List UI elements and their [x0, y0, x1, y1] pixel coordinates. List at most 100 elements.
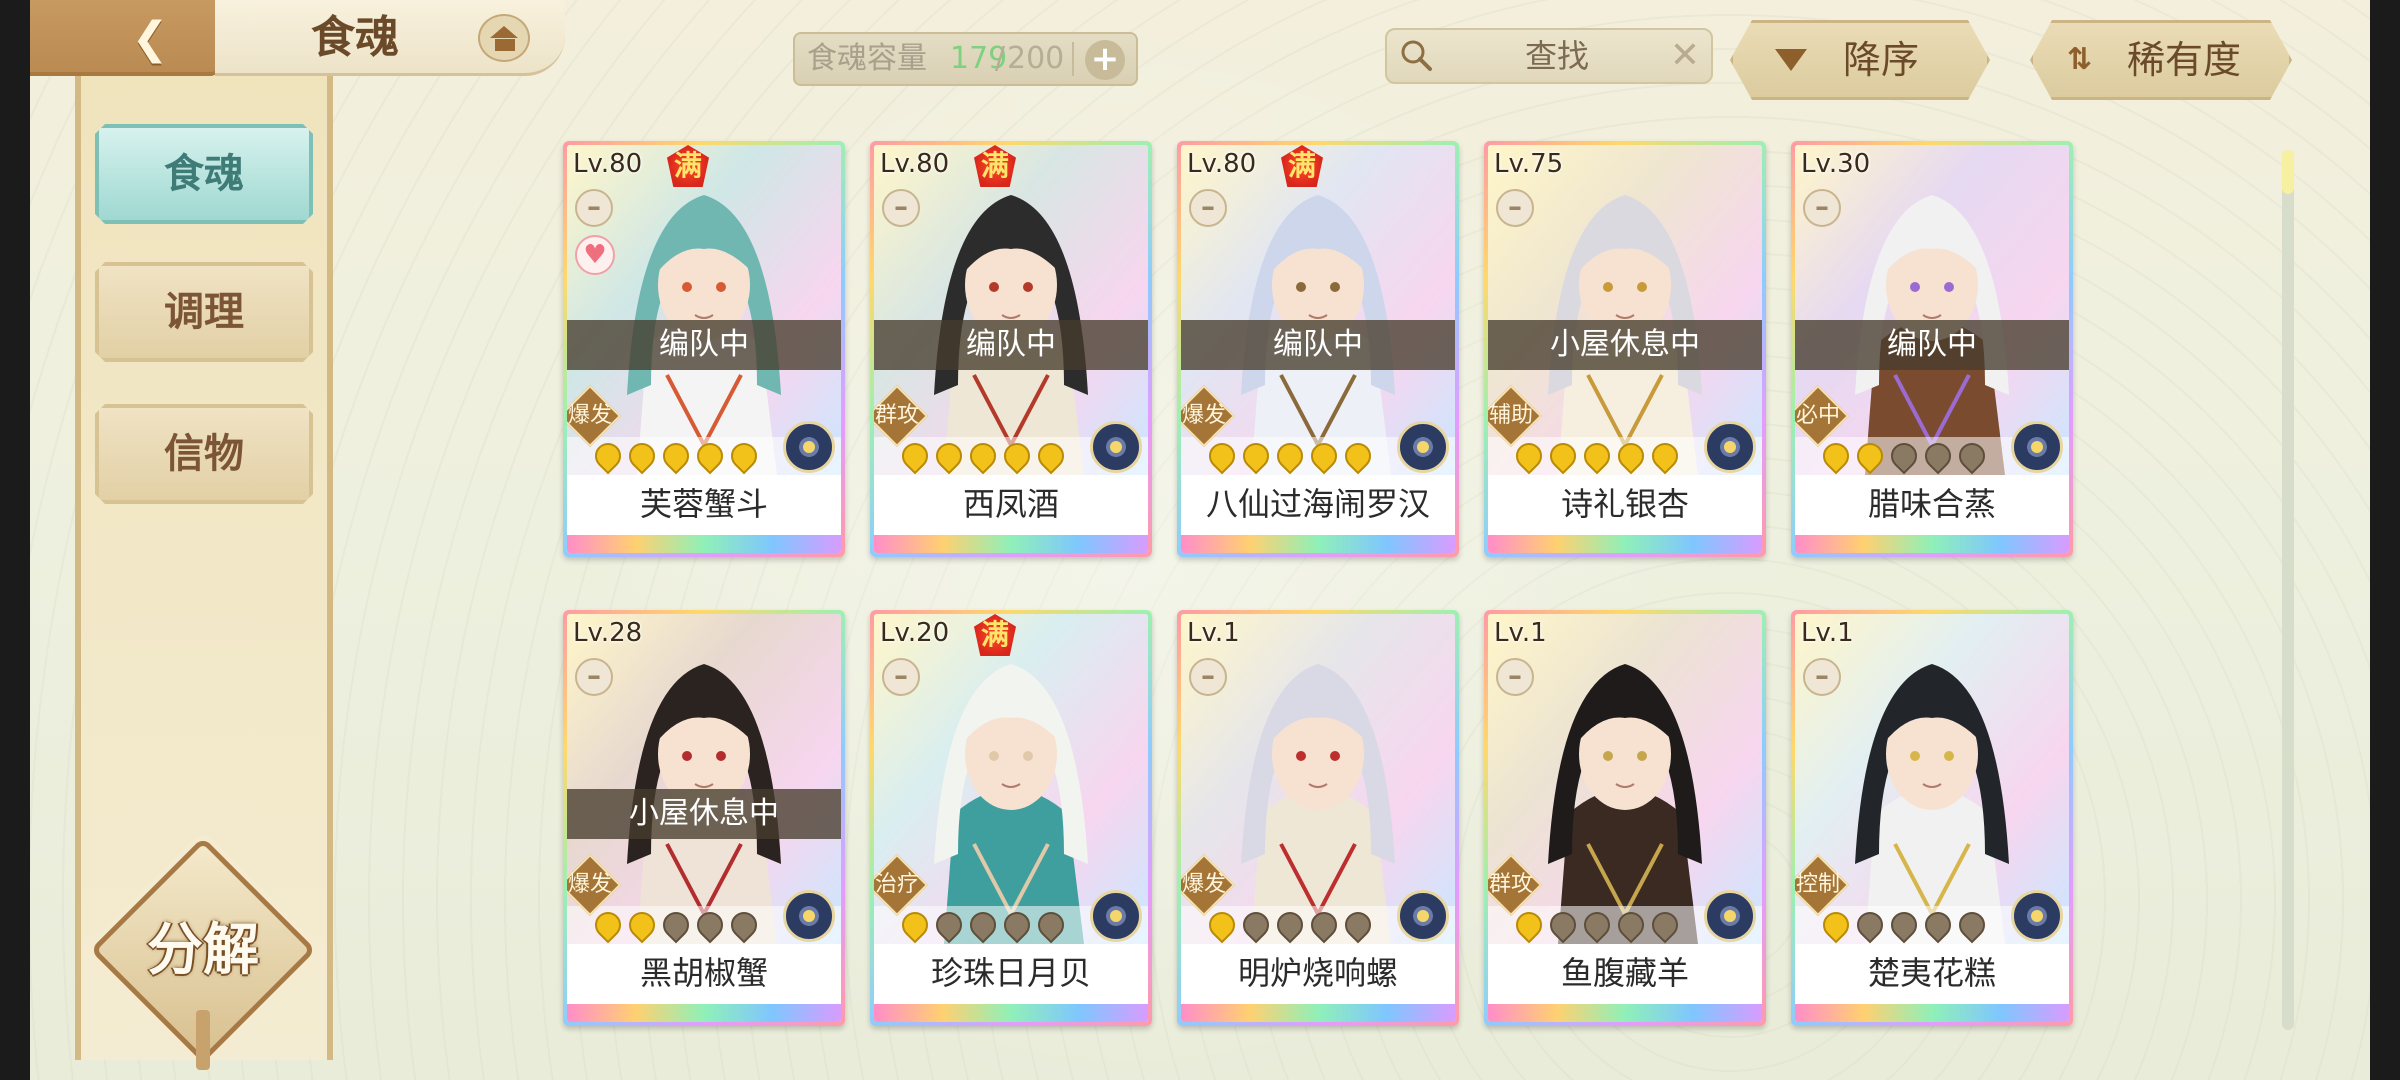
card-level: Lv.80	[1187, 149, 1257, 179]
lock-icon[interactable]: –	[1803, 189, 1841, 227]
capacity-divider	[1072, 42, 1074, 76]
decompose-label[interactable]: 分解	[123, 900, 283, 1000]
flame-star-icon	[691, 437, 729, 475]
role-tag: 控制	[1795, 853, 1850, 917]
status-banner: 编队中	[567, 320, 841, 370]
rarity-border-foot	[567, 535, 841, 553]
card-level: Lv.1	[1801, 618, 1854, 648]
status-banner: 编队中	[1181, 320, 1455, 370]
sort-order-button[interactable]: 降序	[1730, 20, 1990, 100]
role-tag-label: 群攻	[874, 403, 919, 428]
flame-star-icon	[1271, 437, 1309, 475]
flame-star-icon	[1339, 906, 1377, 944]
card-inner: Lv.28 – 小屋休息中 爆发 黑胡椒蟹	[567, 614, 841, 1022]
rarity-border-foot	[874, 535, 1148, 553]
heart-icon[interactable]: ♥	[575, 235, 615, 275]
role-tag-label: 爆发	[567, 403, 612, 428]
card-level: Lv.1	[1187, 618, 1240, 648]
role-tag-label: 辅助	[1488, 403, 1533, 428]
flame-star-icon	[930, 906, 968, 944]
food-soul-card[interactable]: Lv.1 – 爆发 明炉烧响螺	[1177, 610, 1459, 1026]
back-arrow-icon[interactable]: ❮	[115, 10, 185, 68]
element-emblem-icon	[1397, 890, 1449, 942]
rarity-border-foot	[567, 1004, 841, 1022]
status-banner: 小屋休息中	[567, 789, 841, 839]
rarity-border-foot	[874, 1004, 1148, 1022]
flame-star-icon	[1339, 437, 1377, 475]
food-soul-card[interactable]: Lv.30 – 编队中 必中 腊味合蒸	[1791, 141, 2073, 557]
flame-star-icon	[1271, 906, 1309, 944]
status-banner: 小屋休息中	[1488, 320, 1762, 370]
element-emblem-icon	[1704, 421, 1756, 473]
flame-star-icon	[623, 906, 661, 944]
flame-star-icon	[1851, 437, 1889, 475]
flame-star-icon	[725, 906, 763, 944]
screen-bezel-left	[0, 0, 30, 1080]
lock-icon[interactable]: –	[882, 189, 920, 227]
capacity-display: 食魂容量 179 / 200 +	[793, 32, 1138, 86]
lock-icon[interactable]: –	[1803, 658, 1841, 696]
scrollbar-thumb[interactable]	[2282, 150, 2294, 194]
rarity-border-foot	[1488, 1004, 1762, 1022]
flame-star-icon	[1032, 906, 1070, 944]
food-soul-card[interactable]: Lv.28 – 小屋休息中 爆发 黑胡椒蟹	[563, 610, 845, 1026]
card-name: 黑胡椒蟹	[567, 944, 841, 1004]
flame-star-icon	[1953, 906, 1991, 944]
rarity-border-foot	[1795, 535, 2069, 553]
food-soul-card[interactable]: Lv.1 – 控制 楚夷花糕	[1791, 610, 2073, 1026]
card-name: 珍珠日月贝	[874, 944, 1148, 1004]
lock-icon[interactable]: –	[575, 189, 613, 227]
food-soul-card[interactable]: Lv.80 满 – 编队中 群攻 西凤酒	[870, 141, 1152, 557]
flame-star-icon	[623, 437, 661, 475]
food-soul-card[interactable]: Lv.80 满 – ♥ 编队中 爆发 芙蓉蟹斗	[563, 141, 845, 557]
flame-star-icon	[1646, 906, 1684, 944]
lock-icon[interactable]: –	[1189, 658, 1227, 696]
card-level: Lv.28	[573, 618, 643, 648]
swap-sort-icon: ⇅	[2067, 42, 2093, 77]
card-inner: Lv.80 满 – 编队中 爆发 八仙过海闹罗汉	[1181, 145, 1455, 553]
element-emblem-icon	[1090, 890, 1142, 942]
sort-key-button[interactable]: ⇅ 稀有度	[2030, 20, 2292, 100]
card-level: Lv.20	[880, 618, 950, 648]
card-name: 腊味合蒸	[1795, 475, 2069, 535]
flame-star-icon	[1305, 906, 1343, 944]
flame-star-icon	[1544, 906, 1582, 944]
flame-star-icon	[998, 906, 1036, 944]
flame-star-icon	[657, 437, 695, 475]
role-tag: 爆发	[1181, 853, 1236, 917]
capacity-max: 200	[1007, 41, 1065, 76]
role-tag-label: 爆发	[1181, 403, 1226, 428]
sidebar-item-tokens[interactable]: 信物	[95, 404, 313, 504]
flame-star-icon	[1578, 906, 1616, 944]
add-capacity-button[interactable]: +	[1085, 40, 1125, 80]
rarity-border-foot	[1181, 1004, 1455, 1022]
lock-icon[interactable]: –	[1496, 189, 1534, 227]
card-level: Lv.1	[1494, 618, 1547, 648]
sort-desc-icon	[1775, 49, 1807, 71]
clear-search-icon[interactable]: ✕	[1665, 30, 1705, 82]
card-inner: Lv.80 满 – ♥ 编队中 爆发 芙蓉蟹斗	[567, 145, 841, 553]
lock-icon[interactable]: –	[1496, 658, 1534, 696]
search-icon	[1401, 40, 1432, 71]
food-soul-card[interactable]: Lv.75 – 小屋休息中 辅助 诗礼银杏	[1484, 141, 1766, 557]
search-input[interactable]: 查找 ✕	[1385, 28, 1713, 84]
food-soul-card[interactable]: Lv.1 – 群攻 鱼腹藏羊	[1484, 610, 1766, 1026]
food-soul-card[interactable]: Lv.20 满 – 治疗 珍珠日月贝	[870, 610, 1152, 1026]
scrollbar[interactable]	[2282, 150, 2294, 1030]
game-screen: ❮ 食魂 食魂容量 179 / 200 + 查找 ✕ 降序 ⇅ 稀有度 食魂 调…	[0, 0, 2400, 1080]
role-tag: 群攻	[874, 384, 929, 448]
flame-star-icon	[1851, 906, 1889, 944]
lock-icon[interactable]: –	[575, 658, 613, 696]
home-icon[interactable]	[478, 14, 530, 62]
sidebar-item-food-souls[interactable]: 食魂	[95, 124, 313, 224]
flame-star-icon	[1885, 437, 1923, 475]
role-tag: 辅助	[1488, 384, 1543, 448]
role-tag: 爆发	[567, 384, 622, 448]
lock-icon[interactable]: –	[882, 658, 920, 696]
sidebar-item-cooking[interactable]: 调理	[95, 262, 313, 362]
lock-icon[interactable]: –	[1189, 189, 1227, 227]
flame-star-icon	[1919, 437, 1957, 475]
page-title: 食魂	[311, 12, 399, 63]
food-soul-card[interactable]: Lv.80 满 – 编队中 爆发 八仙过海闹罗汉	[1177, 141, 1459, 557]
flame-star-icon	[1544, 437, 1582, 475]
